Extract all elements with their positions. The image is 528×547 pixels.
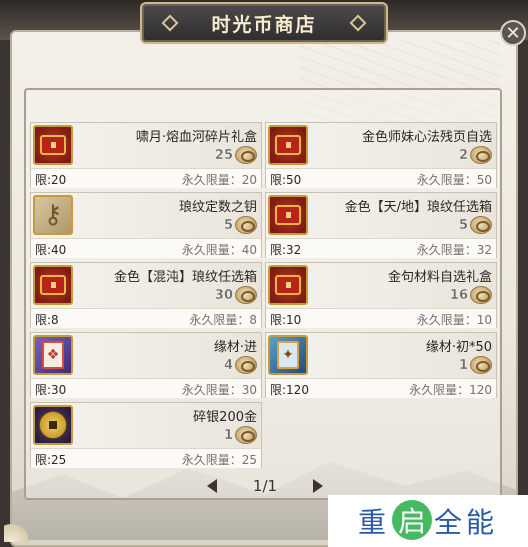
chest-icon: [33, 265, 73, 305]
item-name: 金色【天/地】琅纹任选箱: [344, 200, 492, 215]
item-limit: 限:120: [270, 383, 309, 397]
item-price: 1: [223, 428, 233, 443]
item-limit: 限:40: [35, 243, 67, 257]
item-perm-limit: 永久限量：40: [181, 243, 257, 257]
item-limit: 限:50: [270, 173, 302, 187]
title-banner: 时光币商店: [140, 2, 388, 44]
item-limit: 限:30: [35, 383, 67, 397]
currency-icon: [235, 216, 257, 234]
shop-item[interactable]: ⚷ 琅纹定数之钥 5 限:40 永久限量：40: [30, 192, 262, 258]
card-icon: ✦: [268, 335, 308, 375]
currency-icon: [235, 356, 257, 374]
key-icon: ⚷: [33, 195, 73, 235]
chest-icon: [268, 125, 308, 165]
chest-icon: [268, 265, 308, 305]
item-price: 4: [223, 358, 233, 373]
watermark-text-middle: 启: [397, 505, 426, 538]
item-price: 16: [449, 288, 468, 303]
shop-item[interactable]: 金色【天/地】琅纹任选箱 5 限:32 永久限量：32: [265, 192, 497, 258]
currency-icon: [235, 286, 257, 304]
item-name: 碎银200金: [193, 410, 257, 425]
item-name: 金色【混沌】琅纹任选箱: [113, 270, 257, 285]
item-perm-limit: 永久限量：120: [409, 383, 492, 397]
next-page-icon[interactable]: [313, 479, 323, 493]
currency-icon: [470, 146, 492, 164]
currency-icon: [235, 426, 257, 444]
card-icon: ❖: [33, 335, 73, 375]
watermark-text-left: 重: [357, 506, 390, 539]
page-indicator: 1/1: [252, 477, 278, 495]
pagination: 1/1: [205, 477, 325, 497]
chest-icon: [33, 125, 73, 165]
item-perm-limit: 永久限量：50: [416, 173, 492, 187]
item-price: 25: [214, 148, 233, 163]
item-perm-limit: 永久限量：32: [416, 243, 492, 257]
currency-icon: [470, 286, 492, 304]
item-perm-limit: 永久限量：20: [181, 173, 257, 187]
item-name: 金色师妹心法残页自选: [361, 130, 492, 145]
item-limit: 限:32: [270, 243, 302, 257]
item-price: 2: [458, 148, 468, 163]
shop-item[interactable]: ✦ 缘材·初*50 1 限:120 永久限量：120: [265, 332, 497, 398]
currency-icon: [470, 356, 492, 374]
shop-item[interactable]: 啸月·熔血河碎片礼盒 25 限:20 永久限量：20: [30, 122, 262, 188]
currency-icon: [470, 216, 492, 234]
item-limit: 限:8: [35, 313, 59, 327]
currency-icon: [235, 146, 257, 164]
item-price: 30: [214, 288, 233, 303]
shop-item[interactable]: 碎银200金 1 限:25 永久限量：25: [30, 402, 262, 468]
item-price: 1: [458, 358, 468, 373]
item-name: 缘材·进: [213, 340, 257, 355]
item-name: 缘材·初*50: [425, 340, 492, 355]
item-perm-limit: 永久限量：8: [189, 313, 257, 327]
coin-icon: [33, 405, 73, 445]
item-limit: 限:10: [270, 313, 302, 327]
item-grid: 啸月·熔血河碎片礼盒 25 限:20 永久限量：20 金色师妹心法残页自选 2 …: [30, 122, 498, 468]
watermark-text-right: 全能: [434, 506, 499, 539]
item-limit: 限:25: [35, 453, 67, 467]
shop-item[interactable]: 金句材料自选礼盒 16 限:10 永久限量：10: [265, 262, 497, 328]
close-icon: ✕: [505, 22, 521, 44]
fan-icon: [4, 518, 28, 542]
item-limit: 限:20: [35, 173, 67, 187]
close-button[interactable]: ✕: [500, 20, 526, 46]
item-price: 5: [223, 218, 233, 233]
item-perm-limit: 永久限量：25: [181, 453, 257, 467]
chest-icon: [268, 195, 308, 235]
shop-item[interactable]: ❖ 缘材·进 4 限:30 永久限量：30: [30, 332, 262, 398]
item-name: 琅纹定数之钥: [178, 200, 257, 215]
item-perm-limit: 永久限量：30: [181, 383, 257, 397]
item-perm-limit: 永久限量：10: [416, 313, 492, 327]
item-name: 金句材料自选礼盒: [387, 270, 492, 285]
shop-item[interactable]: 金色【混沌】琅纹任选箱 30 限:8 永久限量：8: [30, 262, 262, 328]
item-price: 5: [458, 218, 468, 233]
item-name: 啸月·熔血河碎片礼盒: [135, 130, 257, 145]
shop-item[interactable]: 金色师妹心法残页自选 2 限:50 永久限量：50: [265, 122, 497, 188]
